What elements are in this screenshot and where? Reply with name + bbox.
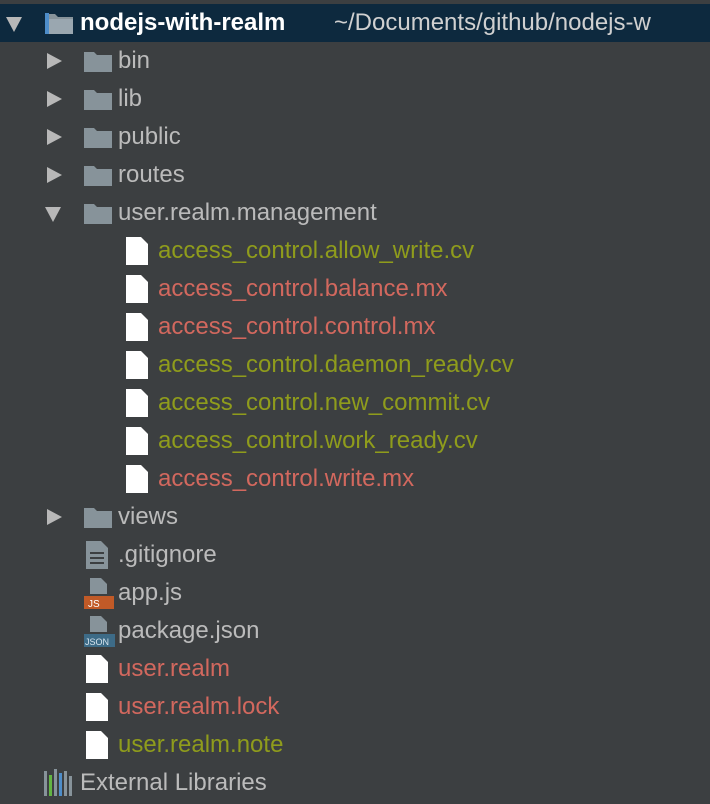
javascript-file-icon: JS (84, 578, 114, 610)
file-label: access_control.allow_write.cv (158, 237, 475, 264)
tree-row-file-gitignore[interactable]: .gitignore (0, 536, 710, 574)
file-label: access_control.daemon_ready.cv (158, 351, 514, 378)
file-icon (126, 275, 148, 303)
folder-label: lib (118, 85, 143, 112)
file-icon (126, 465, 148, 493)
expand-arrow-icon[interactable] (47, 53, 62, 69)
tree-row-file-user-realm-lock[interactable]: user.realm.lock (0, 688, 710, 726)
tree-row-folder-bin[interactable]: bin (0, 42, 710, 80)
tree-row-file[interactable]: access_control.write.mx (0, 460, 710, 498)
file-label: access_control.balance.mx (158, 275, 448, 302)
file-icon (86, 693, 108, 721)
folder-icon (84, 508, 112, 528)
file-label: user.realm (118, 655, 231, 682)
file-label: access_control.new_commit.cv (158, 389, 491, 416)
file-icon (126, 313, 148, 341)
folder-label: public (118, 123, 181, 150)
file-label: package.json (118, 617, 260, 644)
tree-row-file[interactable]: access_control.balance.mx (0, 270, 710, 308)
folder-icon (84, 90, 112, 110)
file-label: app.js (118, 579, 183, 606)
project-tree: nodejs-with-realm ~/Documents/github/nod… (0, 0, 710, 804)
file-icon (126, 237, 148, 265)
project-name: nodejs-with-realm (80, 9, 286, 36)
tree-row-file-package-json[interactable]: JSON package.json (0, 612, 710, 650)
folder-label: routes (118, 161, 185, 188)
file-label: .gitignore (118, 541, 217, 568)
file-icon (126, 389, 148, 417)
tree-row-file[interactable]: access_control.new_commit.cv (0, 384, 710, 422)
json-badge-text: JSON (85, 637, 109, 647)
expand-arrow-icon[interactable] (47, 129, 62, 145)
folder-icon (84, 204, 112, 224)
tree-row-project-root[interactable]: nodejs-with-realm ~/Documents/github/nod… (0, 4, 710, 42)
folder-label: bin (118, 47, 151, 74)
js-badge-text: JS (88, 599, 100, 610)
external-libraries-label: External Libraries (80, 769, 267, 796)
file-label: access_control.control.mx (158, 313, 436, 340)
file-icon (86, 731, 108, 759)
tree-row-file[interactable]: access_control.work_ready.cv (0, 422, 710, 460)
folder-icon (84, 52, 112, 72)
tree-row-file[interactable]: access_control.daemon_ready.cv (0, 346, 710, 384)
file-icon (126, 351, 148, 379)
tree-row-folder-public[interactable]: public (0, 118, 710, 156)
collapse-arrow-icon[interactable] (6, 17, 22, 32)
folder-icon (84, 128, 112, 148)
file-label: user.realm.lock (118, 693, 280, 720)
tree-row-folder-views[interactable]: views (0, 498, 710, 536)
folder-label: user.realm.management (118, 199, 377, 226)
tree-row-file-app-js[interactable]: JS app.js (0, 574, 710, 612)
expand-arrow-icon[interactable] (47, 167, 62, 183)
file-icon (126, 427, 148, 455)
file-label: access_control.write.mx (158, 465, 415, 492)
tree-row-file-user-realm[interactable]: user.realm (0, 650, 710, 688)
tree-row-folder-lib[interactable]: lib (0, 80, 710, 118)
tree-row-folder-routes[interactable]: routes (0, 156, 710, 194)
project-folder-icon (45, 13, 73, 34)
folder-icon (84, 166, 112, 186)
file-icon (86, 655, 108, 683)
tree-row-external-libraries[interactable]: External Libraries (0, 764, 710, 802)
folder-label: views (118, 503, 179, 530)
file-label: access_control.work_ready.cv (158, 427, 478, 454)
project-path: ~/Documents/github/nodejs-w (334, 9, 651, 36)
tree-row-file[interactable]: access_control.control.mx (0, 308, 710, 346)
tree-row-file-user-realm-note[interactable]: user.realm.note (0, 726, 710, 764)
tree-row-file[interactable]: access_control.allow_write.cv (0, 232, 710, 270)
json-file-icon: JSON (84, 616, 115, 647)
library-icon (44, 769, 72, 796)
file-label: user.realm.note (118, 731, 284, 758)
collapse-arrow-icon[interactable] (45, 207, 61, 222)
text-file-icon (86, 541, 108, 569)
tree-row-folder-user-realm-management[interactable]: user.realm.management (0, 194, 710, 232)
expand-arrow-icon[interactable] (47, 91, 62, 107)
expand-arrow-icon[interactable] (47, 509, 62, 525)
